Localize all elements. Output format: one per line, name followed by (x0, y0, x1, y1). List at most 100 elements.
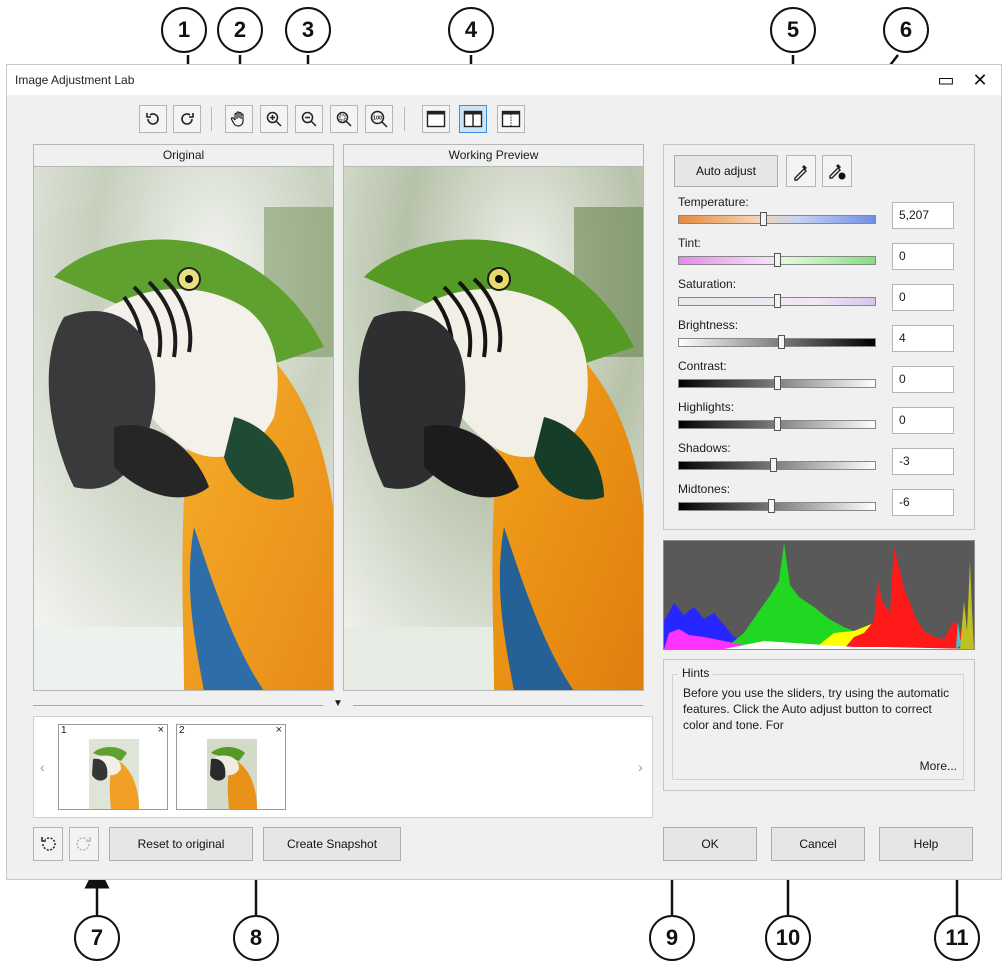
hints-title: Hints (678, 666, 714, 680)
slider-value-field[interactable]: -6 (892, 489, 954, 516)
histogram (663, 540, 975, 650)
slider-thumb[interactable] (774, 294, 781, 308)
auto-adjust-button[interactable]: Auto adjust (674, 155, 778, 187)
rotate-left-button[interactable] (139, 105, 167, 133)
callout-8: 8 (233, 915, 279, 961)
undo-icon (41, 837, 56, 851)
snapshot-next-arrow[interactable]: › (638, 759, 643, 775)
slider-value-field[interactable]: 0 (892, 284, 954, 311)
preview-image[interactable] (344, 167, 643, 690)
zoom-in-icon (266, 111, 282, 127)
original-pane: Original (33, 144, 334, 691)
slider-thumb[interactable] (770, 458, 778, 472)
callout-5: 5 (770, 7, 816, 53)
working-preview-title: Working Preview (344, 145, 643, 167)
hints-panel: Before you use the sliders, try using th… (663, 659, 975, 791)
collapse-strip-button[interactable]: ▼ (333, 698, 343, 709)
zoom-out-icon (301, 111, 317, 127)
snapshot-2[interactable]: 2 × (176, 724, 286, 810)
slider-value-field[interactable]: 4 (892, 325, 954, 352)
slider-label: Highlights: (678, 400, 735, 414)
slider-label: Contrast: (678, 359, 727, 373)
slider-value-field[interactable]: -3 (892, 448, 954, 475)
before-after-preview-icon (501, 110, 521, 128)
hints-more-link[interactable]: More... (920, 759, 957, 773)
slider-thumb[interactable] (768, 499, 776, 513)
before-after-preview-button[interactable] (497, 105, 525, 133)
zoom-in-button[interactable] (260, 105, 288, 133)
callout-9: 9 (649, 915, 695, 961)
callout-3: 3 (285, 7, 331, 53)
rotate-left-icon (146, 113, 159, 125)
parrot-preview-image (344, 167, 643, 690)
reset-to-original-button[interactable]: Reset to original (109, 827, 253, 861)
slider-label: Temperature: (678, 195, 749, 209)
slider-track[interactable] (678, 502, 876, 511)
zoom-100-icon: 100 (370, 110, 388, 128)
snapshot-1[interactable]: 1 × (58, 724, 168, 810)
snapshot-close-button[interactable]: × (158, 724, 164, 736)
black-point-eyedropper-button[interactable] (822, 155, 852, 187)
original-pane-title: Original (34, 145, 333, 167)
snapshot-thumbnail (89, 739, 139, 809)
snapshot-number: 2 (179, 725, 185, 736)
working-preview-pane: Working Preview (343, 144, 644, 691)
slider-value-field[interactable]: 0 (892, 243, 954, 270)
slider-value-field[interactable]: 0 (892, 407, 954, 434)
window-title: Image Adjustment Lab (15, 73, 135, 87)
slider-label: Saturation: (678, 277, 737, 291)
parrot-original-image (34, 167, 333, 690)
toolbar-separator (211, 107, 212, 131)
close-button[interactable]: ✕ (967, 69, 993, 91)
zoom-100-text: 100 (373, 116, 382, 122)
slider-label: Shadows: (678, 441, 731, 455)
slider-thumb[interactable] (774, 417, 781, 431)
undo-button[interactable] (33, 827, 63, 861)
hints-text: Before you use the sliders, try using th… (683, 686, 950, 732)
slider-track[interactable] (678, 215, 876, 224)
slider-thumb[interactable] (774, 376, 781, 390)
splitter-left (33, 705, 323, 706)
slider-thumb[interactable] (774, 253, 781, 267)
rotate-right-icon (181, 113, 194, 125)
zoom-fit-icon (336, 111, 352, 127)
slider-thumb[interactable] (760, 212, 768, 226)
callout-10: 10 (765, 915, 811, 961)
redo-icon (76, 837, 91, 851)
callout-6: 6 (883, 7, 929, 53)
snapshot-number: 1 (61, 725, 67, 736)
histogram-graph (664, 541, 974, 649)
callout-1: 1 (161, 7, 207, 53)
split-preview-button[interactable] (459, 105, 487, 133)
cancel-button[interactable]: Cancel (771, 827, 865, 861)
zoom-100-button[interactable]: 100 (365, 105, 393, 133)
white-point-eyedropper-button[interactable] (786, 155, 816, 187)
slider-thumb[interactable] (777, 335, 785, 349)
rotate-right-button[interactable] (173, 105, 201, 133)
slider-label: Midtones: (678, 482, 731, 496)
pan-hand-icon (230, 111, 244, 127)
ok-button[interactable]: OK (663, 827, 757, 861)
snapshot-prev-arrow[interactable]: ‹ (40, 759, 45, 775)
eyedropper-white-icon (794, 165, 807, 181)
pan-button[interactable] (225, 105, 253, 133)
toolbar-separator (404, 107, 405, 131)
splitter-right (353, 705, 643, 706)
zoom-fit-button[interactable] (330, 105, 358, 133)
hints-box: Before you use the sliders, try using th… (672, 674, 964, 780)
zoom-out-button[interactable] (295, 105, 323, 133)
help-button[interactable]: Help (879, 827, 973, 861)
slider-value-field[interactable]: 0 (892, 366, 954, 393)
full-preview-button[interactable] (422, 105, 450, 133)
redo-button[interactable] (69, 827, 99, 861)
callout-4: 4 (448, 7, 494, 53)
snapshot-close-button[interactable]: × (276, 724, 282, 736)
eyedropper-black-icon (829, 164, 846, 180)
snapshot-strip: ‹ 1 × 2 × › (33, 716, 653, 818)
image-adjustment-lab-window: Image Adjustment Lab ▭ ✕ 100 Original Wo… (6, 64, 1002, 880)
callout-7: 7 (74, 915, 120, 961)
original-image[interactable] (34, 167, 333, 690)
create-snapshot-button[interactable]: Create Snapshot (263, 827, 401, 861)
slider-value-field[interactable]: 5,207 (892, 202, 954, 229)
maximize-button[interactable]: ▭ (933, 69, 959, 91)
